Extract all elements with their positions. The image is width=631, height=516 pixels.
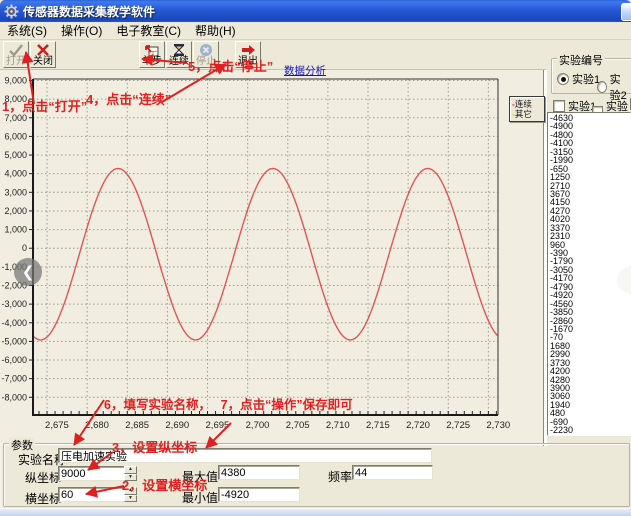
svg-text:2,715: 2,715 xyxy=(366,420,390,431)
svg-text:5,000: 5,000 xyxy=(4,150,27,160)
svg-text:2,000: 2,000 xyxy=(4,206,27,216)
title-bar: 传感器数据采集教学软件 xyxy=(0,0,631,22)
open-check-icon xyxy=(8,43,24,57)
annotation-step1: 1，点击“打开” xyxy=(2,96,87,115)
radio-experiment-1[interactable]: 实验1 xyxy=(557,71,600,87)
svg-text:2,730: 2,730 xyxy=(486,420,510,431)
waveform-chart-panel: -8,000-7,000-6,000-5,000-4,000-3,000-2,0… xyxy=(0,70,543,446)
carousel-left-overlay[interactable]: ❮ xyxy=(14,258,42,286)
annotation-step6-7: 6，填写实验名称， 7，点击“操作”保存即可 xyxy=(104,394,353,413)
svg-text:2,710: 2,710 xyxy=(326,420,350,431)
chart-gridlines xyxy=(33,79,498,415)
single-step-button[interactable]: 单步 xyxy=(139,41,165,68)
annotation-step4: 4，点击“连续” xyxy=(86,89,171,108)
experiment-number-label: 实验编号 xyxy=(557,52,605,68)
chart-legend: -连续 -其它 xyxy=(509,96,545,122)
svg-text:-8,000: -8,000 xyxy=(1,392,27,402)
waveform-chart: -8,000-7,000-6,000-5,000-4,000-3,000-2,0… xyxy=(0,70,543,446)
chart-axis-labels: -8,000-7,000-6,000-5,000-4,000-3,000-2,0… xyxy=(1,75,510,431)
svg-text:9,000: 9,000 xyxy=(4,75,27,85)
annotation-data-analysis[interactable]: 数据分析 xyxy=(284,63,326,78)
window-left-edge xyxy=(0,443,2,508)
window-control-button-partial[interactable] xyxy=(621,3,631,21)
legend-item-other: -其它 xyxy=(512,109,543,119)
frequency-input[interactable] xyxy=(352,465,433,480)
close-x-icon xyxy=(35,43,51,57)
svg-text:-6,000: -6,000 xyxy=(1,355,27,365)
svg-text:-3,000: -3,000 xyxy=(1,299,27,309)
svg-text:1,000: 1,000 xyxy=(4,225,27,235)
y-axis-label: 纵坐标 xyxy=(25,469,61,486)
window-title: 传感器数据采集教学软件 xyxy=(23,3,155,20)
menu-system[interactable]: 系统(S) xyxy=(0,21,54,40)
legend-item-continuous: -连续 xyxy=(512,99,543,109)
application-window: { "window": { "title": "传感器数据采集教学软件" }, … xyxy=(0,0,631,515)
svg-text:2,720: 2,720 xyxy=(406,420,430,431)
open-button[interactable]: 打开 xyxy=(3,41,29,68)
menu-operate[interactable]: 操作(O) xyxy=(54,21,109,40)
chart-axes xyxy=(32,79,498,416)
frequency-label: 频率 xyxy=(328,468,352,485)
menu-help[interactable]: 帮助(H) xyxy=(188,21,243,40)
min-value-input[interactable] xyxy=(218,487,300,502)
svg-text:2,685: 2,685 xyxy=(125,420,149,431)
annotation-step5: 5，点击“停止” xyxy=(188,56,273,75)
svg-text:6,000: 6,000 xyxy=(4,131,27,141)
list-item[interactable]: -2230 xyxy=(550,426,630,434)
svg-text:-4,000: -4,000 xyxy=(1,318,27,328)
close-button[interactable]: 关闭 xyxy=(30,41,56,68)
x-axis-input[interactable] xyxy=(58,487,126,502)
svg-text:2,690: 2,690 xyxy=(165,420,189,431)
max-value-input[interactable] xyxy=(218,465,300,480)
radio-icon xyxy=(597,81,607,93)
x-axis-spin-down[interactable]: ▼ xyxy=(124,495,137,503)
y-axis-spin-up[interactable]: ▲ xyxy=(124,466,137,474)
x-axis-label: 横坐标 xyxy=(25,490,61,507)
svg-text:2,675: 2,675 xyxy=(45,420,69,431)
single-step-icon xyxy=(144,43,160,57)
svg-text:4,000: 4,000 xyxy=(4,169,27,179)
svg-text:2,680: 2,680 xyxy=(85,420,109,431)
svg-text:2,695: 2,695 xyxy=(206,420,230,431)
menu-bar: 系统(S) 操作(O) 电子教室(C) 帮助(H) xyxy=(0,22,631,40)
waveform-curve xyxy=(34,169,497,340)
svg-text:3,000: 3,000 xyxy=(4,187,27,197)
svg-text:0: 0 xyxy=(22,243,27,253)
annotation-step3: 3，设置纵坐标 xyxy=(112,437,197,456)
menu-classroom[interactable]: 电子教室(C) xyxy=(109,21,188,40)
svg-text:2,725: 2,725 xyxy=(446,420,470,431)
y-axis-input[interactable] xyxy=(58,466,126,481)
radio-icon xyxy=(557,73,569,85)
svg-text:2,700: 2,700 xyxy=(246,420,270,431)
app-gear-icon xyxy=(4,4,19,19)
exit-arrow-icon xyxy=(240,43,256,57)
svg-text:-7,000: -7,000 xyxy=(1,374,27,384)
annotation-step2: 2，设置横坐标 xyxy=(122,475,207,494)
svg-text:-5,000: -5,000 xyxy=(1,336,27,346)
stop-icon xyxy=(198,43,214,57)
checkbox-icon xyxy=(553,100,565,112)
svg-text:2,705: 2,705 xyxy=(286,420,310,431)
hourglass-icon xyxy=(171,43,187,57)
